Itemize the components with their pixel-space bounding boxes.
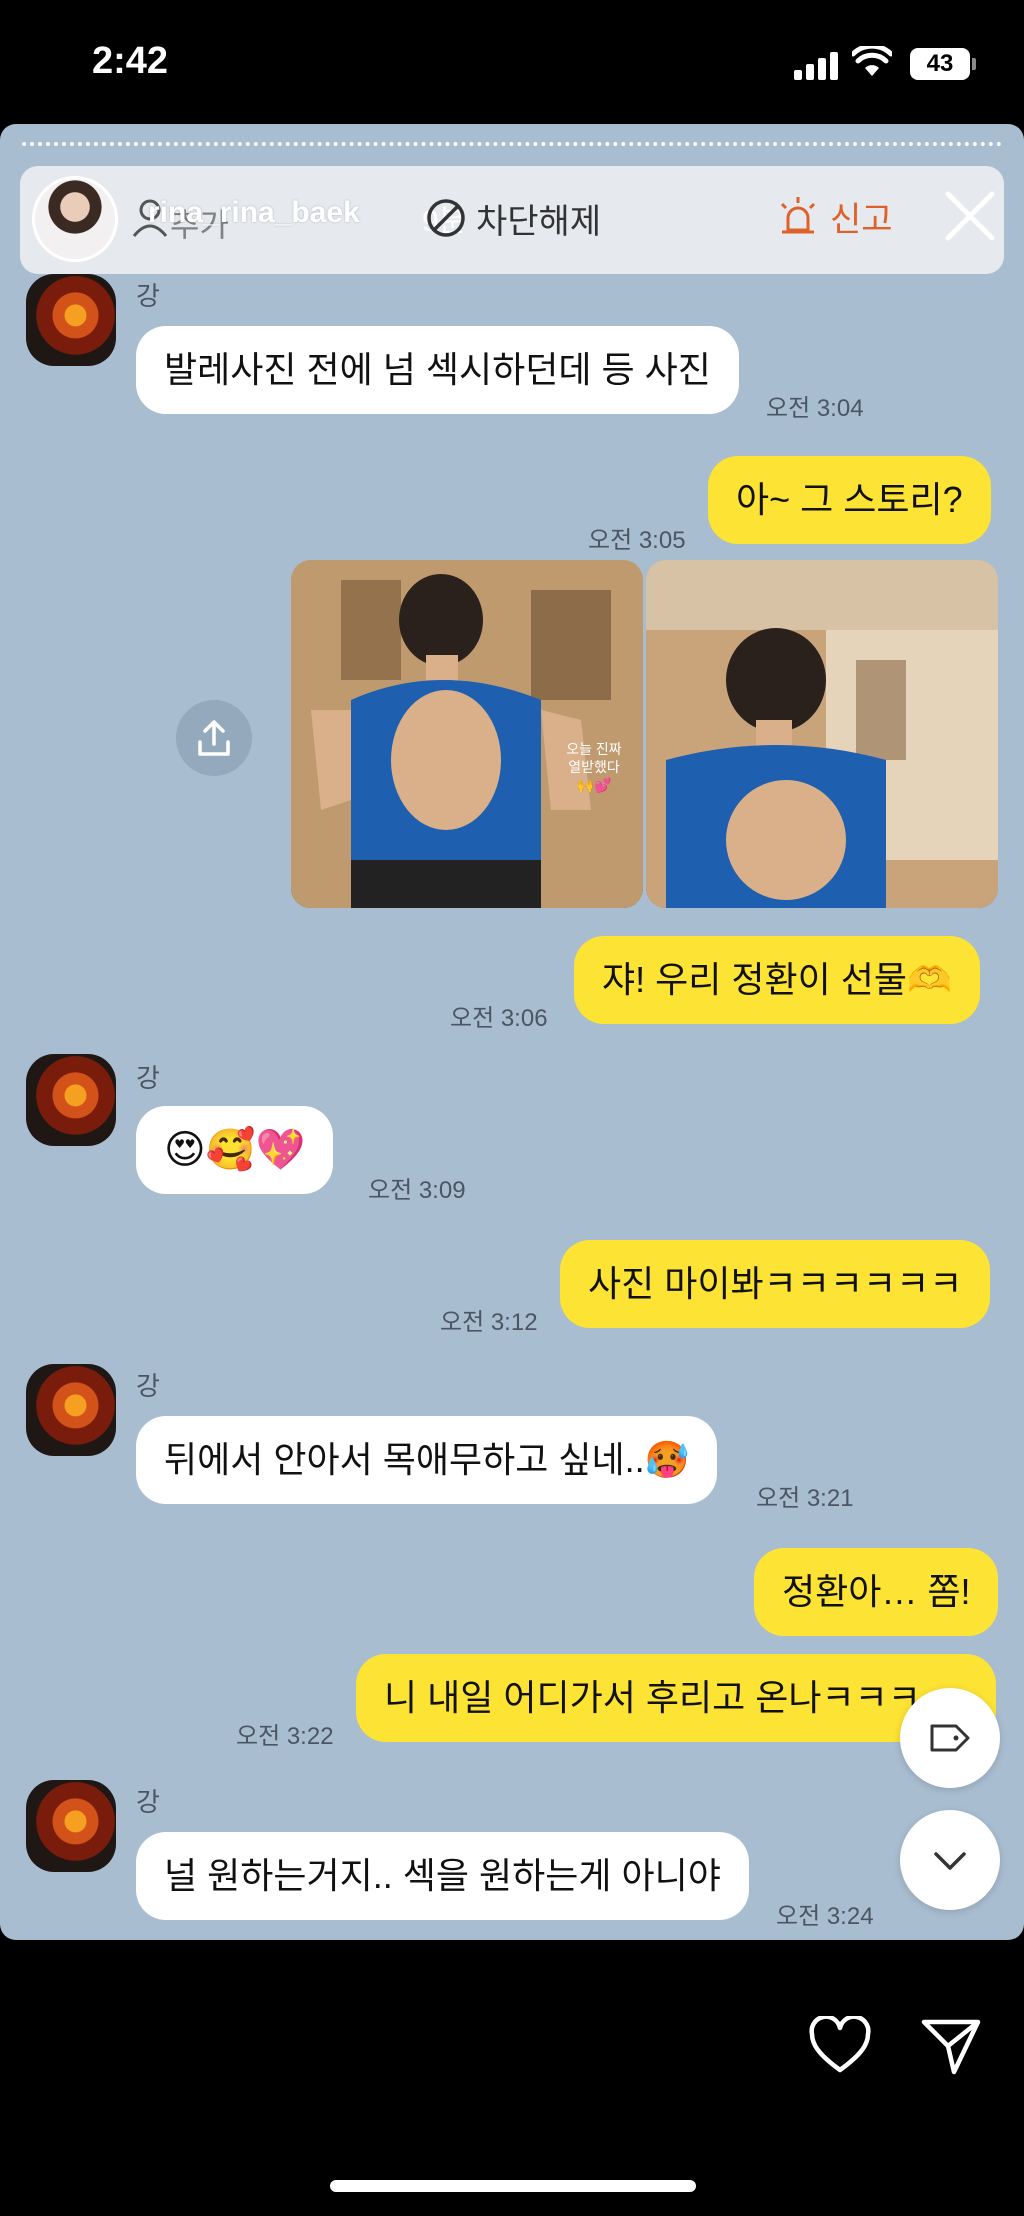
story-header: 추가 rina_rina_baek 9분 차단해제 신고 [20,166,1004,274]
chat-photo[interactable]: 오늘 진짜 열받했다 🙌💕 [291,560,643,908]
message-bubble-incoming: 뒤에서 안아서 목애무하고 싶네..🥵 [136,1416,718,1504]
tag-button[interactable] [900,1688,1000,1788]
sender-name: 강 [136,1787,160,1817]
sender-name: 강 [136,1063,160,1093]
battery-indicator: 43 [910,48,970,80]
message-bubble-incoming: 발레사진 전에 넘 섹시하던데 등 사진 [136,326,739,414]
home-indicator [330,2180,696,2192]
story-card[interactable]: 추가 rina_rina_baek 9분 차단해제 신고 강 [0,124,1024,1940]
message-time: 오전 3:24 [776,1903,874,1930]
photo-overlay-text: 오늘 진짜 열받했다 🙌💕 [566,741,622,793]
sender-avatar [26,1054,116,1146]
chevron-down-icon [934,1852,966,1870]
message-time: 오전 3:21 [756,1485,854,1512]
report-button: 신고 [776,192,893,240]
unblock-label: 차단해제 [476,202,602,241]
status-time: 2:42 [92,40,169,82]
block-icon [427,199,465,237]
unblock-button: 차단해제 [426,194,601,242]
photo-figure [646,560,998,908]
message-bubble-outgoing: 정환아… 쫌! [754,1548,999,1636]
message-bubble-outgoing: 쟈! 우리 정환이 선물🫶 [574,936,980,1024]
scroll-down-button[interactable] [900,1810,1000,1910]
cellular-signal-icon [794,50,840,80]
story-username[interactable]: rina_rina_baek [148,196,360,230]
chat-photo[interactable] [646,560,998,908]
message-time: 오전 3:04 [766,395,864,422]
share-icon [198,720,230,756]
siren-icon [780,197,816,234]
photo-figure [291,560,643,908]
story-progress-bar [22,142,1002,146]
story-author-avatar[interactable] [32,176,118,262]
sender-avatar [26,1780,116,1872]
share-button[interactable] [176,700,252,776]
sender-avatar [26,274,116,366]
message-bubble-outgoing: 아~ 그 스토리? [708,456,991,544]
battery-cap [972,58,976,70]
sender-name: 강 [136,1371,160,1401]
sender-avatar [26,1364,116,1456]
status-bar: 2:42 43 [0,0,1024,124]
message-bubble-incoming: 😍🥰💖 [136,1106,334,1194]
message-bubble-incoming: 널 원하는거지.. 섹을 원하는게 아니야 [136,1832,749,1920]
send-icon[interactable] [920,2016,982,2076]
message-time: 오전 3:05 [588,527,686,554]
sender-name: 강 [136,281,160,311]
close-icon[interactable] [942,188,998,244]
report-label: 신고 [830,200,893,239]
message-time: 오전 3:09 [368,1177,466,1204]
message-time: 오전 3:06 [450,1005,548,1032]
message-bubble-outgoing: 사진 마이봐ㅋㅋㅋㅋㅋㅋ [560,1240,991,1328]
heart-icon[interactable] [808,2016,872,2076]
message-time: 오전 3:22 [236,1723,334,1750]
wifi-icon [852,46,892,76]
message-time: 오전 3:12 [440,1309,538,1336]
tag-icon [930,1724,970,1752]
